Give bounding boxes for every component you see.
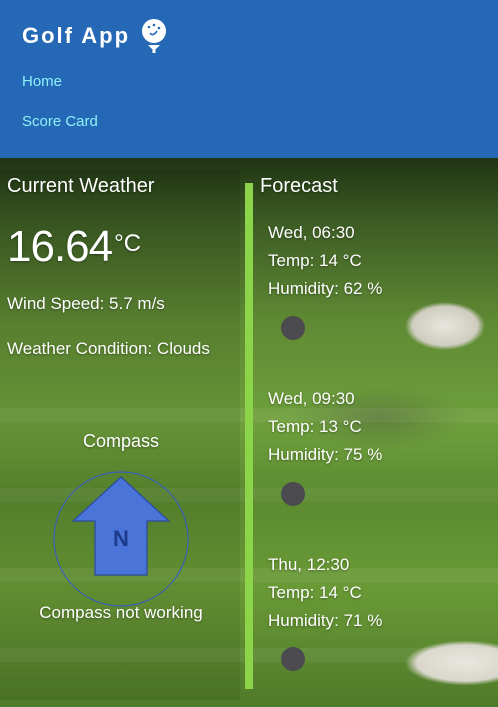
app-title: Golf App — [22, 23, 131, 48]
compass-widget: N — [53, 471, 189, 607]
forecast-time: Wed, 09:30 — [268, 389, 355, 408]
current-weather-heading: Current Weather — [7, 175, 155, 197]
temperature-value: 16.64 — [7, 222, 113, 271]
nav-score-card-link[interactable]: Score Card — [22, 113, 98, 130]
app-header: Golf App Home Score Card — [0, 0, 498, 158]
nav-home-link[interactable]: Home — [22, 73, 62, 90]
compass-heading: Compass — [82, 431, 160, 451]
forecast-time: Thu, 12:30 — [268, 555, 350, 574]
forecast-humidity: Humidity: 62 % — [268, 279, 383, 298]
brand[interactable]: Golf App — [22, 18, 170, 54]
temperature-display: 16.64 °C — [7, 222, 141, 272]
golf-ball-icon — [142, 19, 167, 53]
weather-icon — [281, 647, 305, 671]
weather-icon — [281, 316, 305, 340]
weather-icon — [281, 482, 305, 506]
forecast-temp: Temp: 14 °C — [268, 583, 362, 602]
forecast-humidity: Humidity: 75 % — [268, 445, 383, 464]
weather-condition: Weather Condition: Clouds — [7, 339, 210, 358]
forecast-heading: Forecast — [260, 175, 338, 197]
forecast-temp: Temp: 13 °C — [268, 417, 362, 436]
compass-direction: N — [113, 526, 129, 551]
wind-speed: Wind Speed: 5.7 m/s — [7, 294, 165, 313]
temperature-unit: °C — [114, 230, 142, 257]
forecast-temp: Temp: 14 °C — [268, 251, 362, 270]
column-divider — [245, 183, 253, 689]
forecast-time: Wed, 06:30 — [268, 223, 355, 242]
compass-status: Compass not working — [39, 603, 203, 622]
forecast-humidity: Humidity: 71 % — [268, 611, 383, 630]
